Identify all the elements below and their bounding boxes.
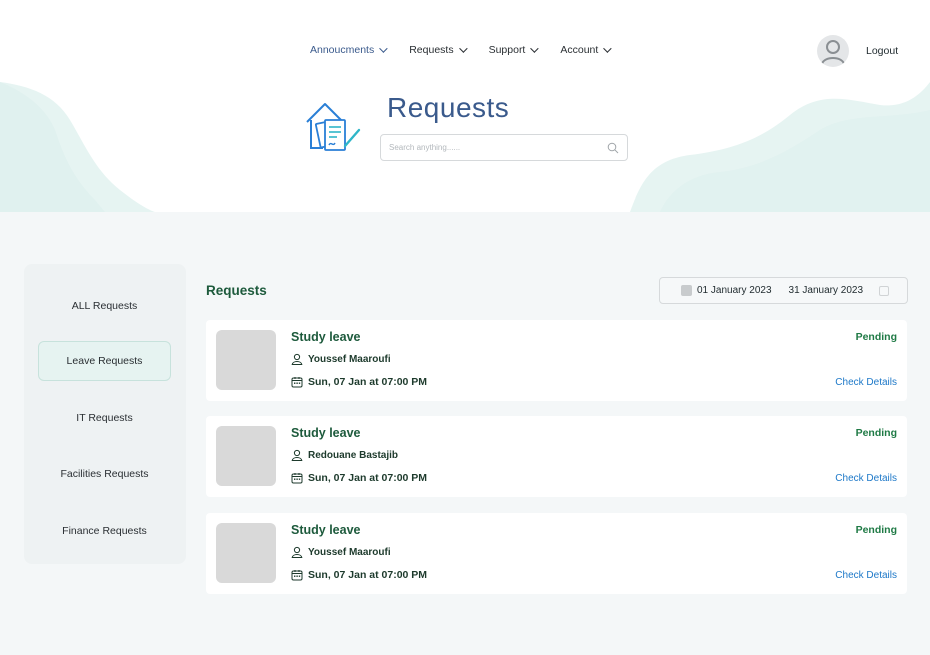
request-user: Youssef Maaroufi: [291, 353, 391, 365]
user-icon: [291, 353, 303, 365]
request-date: Sun, 07 Jan at 07:00 PM: [291, 569, 427, 581]
chevron-down-icon: [458, 44, 468, 53]
sidebar-item-finance-requests[interactable]: Finance Requests: [38, 511, 171, 551]
date-to: 31 January 2023: [788, 285, 864, 296]
request-date-text: Sun, 07 Jan at 07:00 PM: [308, 569, 428, 581]
check-details-link[interactable]: Check Details: [835, 570, 897, 581]
nav-item-label: Annoucments: [310, 44, 375, 56]
status-badge: Pending: [855, 427, 897, 439]
nav-item-account[interactable]: Account: [560, 44, 612, 56]
sidebar-item-leave-requests[interactable]: Leave Requests: [38, 341, 171, 381]
chevron-down-icon: [603, 44, 612, 53]
nav-item-requests[interactable]: Requests: [409, 44, 468, 56]
date-checkbox[interactable]: [681, 285, 692, 296]
search-icon[interactable]: [607, 142, 619, 154]
request-title: Study leave: [291, 523, 361, 537]
nav-item-announcements[interactable]: Annoucments: [310, 44, 388, 56]
check-details-link[interactable]: Check Details: [835, 473, 897, 484]
request-date-text: Sun, 07 Jan at 07:00 PM: [308, 472, 428, 484]
request-date-text: Sun, 07 Jan at 07:00 PM: [308, 376, 428, 388]
nav-item-label: Account: [560, 44, 599, 56]
search-box: [380, 134, 628, 161]
sidebar-item-it-requests[interactable]: IT Requests: [38, 398, 171, 438]
sidebar-item-facilities-requests[interactable]: Facilities Requests: [38, 454, 171, 494]
nav-item-label: Support: [488, 44, 526, 56]
nav-item-support[interactable]: Support: [488, 44, 540, 56]
user-icon: [291, 449, 303, 461]
request-user-name: Youssef Maaroufi: [308, 546, 391, 558]
nav-item-label: Requests: [409, 44, 454, 56]
chevron-down-icon: [379, 44, 388, 53]
request-title: Study leave: [291, 426, 361, 440]
date-from: 01 January 2023: [697, 285, 772, 296]
request-user-name: Redouane Bastajib: [308, 449, 399, 461]
calendar-toggle-icon[interactable]: [879, 285, 890, 296]
request-card: Study leave Youssef Maaroufi Sun, 07 Jan…: [206, 320, 907, 401]
date-range-picker[interactable]: 01 January 2023 31 January 2023: [659, 277, 908, 304]
request-thumbnail: [216, 330, 276, 390]
search-input[interactable]: [389, 143, 607, 152]
request-date: Sun, 07 Jan at 07:00 PM: [291, 472, 427, 484]
top-nav: Annoucments Requests Support Account: [310, 44, 633, 56]
request-user: Redouane Bastajib: [291, 449, 398, 461]
user-avatar-icon[interactable]: [817, 35, 849, 67]
request-thumbnail: [216, 426, 276, 486]
request-user: Youssef Maaroufi: [291, 546, 391, 558]
status-badge: Pending: [855, 331, 897, 343]
documents-house-icon: [306, 103, 361, 151]
page-header: Annoucments Requests Support Account Log…: [0, 0, 930, 212]
calendar-icon: [291, 377, 303, 388]
check-details-link[interactable]: Check Details: [835, 377, 897, 388]
request-thumbnail: [216, 523, 276, 583]
section-title: Requests: [206, 283, 267, 298]
page-title: Requests: [387, 92, 510, 123]
sidebar-item-all-requests[interactable]: ALL Requests: [38, 286, 171, 326]
request-card: Study leave Youssef Maaroufi Sun, 07 Jan…: [206, 513, 907, 594]
request-category-sidebar: ALL Requests Leave Requests IT Requests …: [24, 264, 186, 564]
calendar-icon: [291, 570, 303, 581]
request-title: Study leave: [291, 330, 361, 344]
request-card: Study leave Redouane Bastajib Sun, 07 Ja…: [206, 416, 907, 497]
status-badge: Pending: [855, 524, 897, 536]
logout-button[interactable]: Logout: [866, 45, 898, 57]
calendar-icon: [291, 473, 303, 484]
chevron-down-icon: [530, 44, 540, 53]
request-date: Sun, 07 Jan at 07:00 PM: [291, 376, 427, 388]
request-user-name: Youssef Maaroufi: [308, 353, 391, 365]
user-icon: [291, 546, 303, 558]
